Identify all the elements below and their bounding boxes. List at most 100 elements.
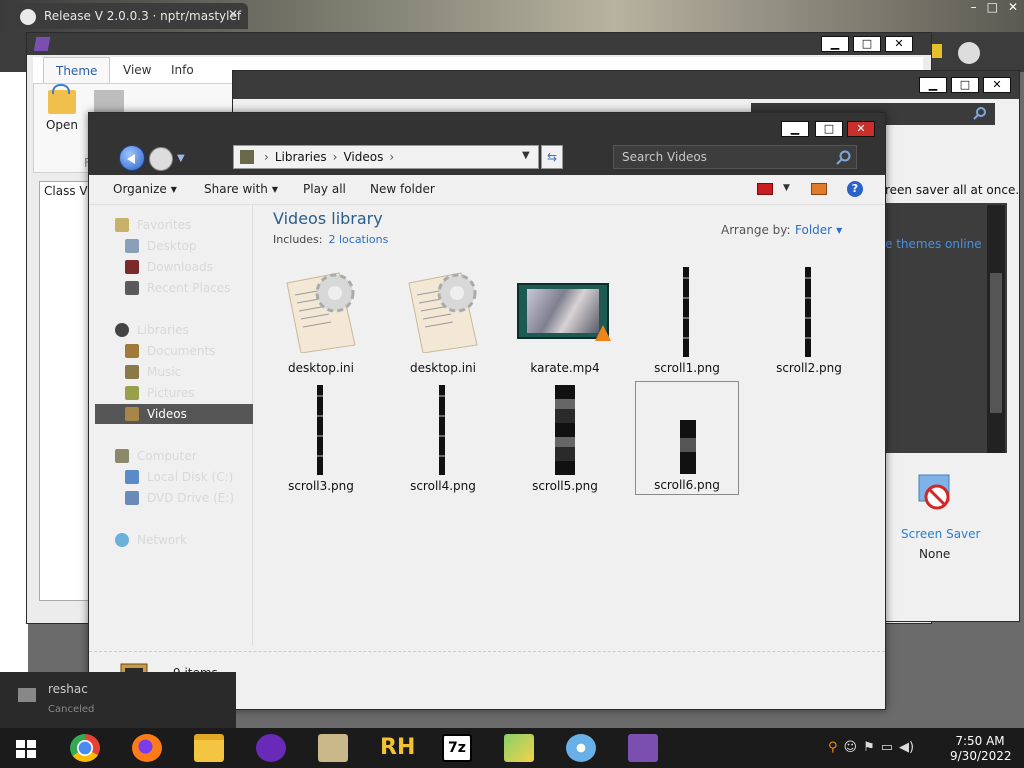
nav-label: Documents (147, 344, 216, 358)
change-view-icon[interactable] (757, 183, 773, 195)
chevron-down-icon[interactable]: ▼ (783, 183, 790, 193)
close-button[interactable]: ✕ (885, 36, 913, 52)
close-button[interactable]: ✕ (847, 121, 875, 137)
profile-avatar[interactable] (958, 42, 980, 64)
share-with-button[interactable]: Share with ▼ (204, 182, 278, 196)
minimize-icon[interactable]: – (971, 0, 977, 18)
file-explorer-icon[interactable] (194, 734, 224, 762)
file-item[interactable]: karate.mp4 (513, 263, 617, 377)
file-item[interactable]: scroll3.png (269, 381, 373, 495)
file-item[interactable]: desktop.ini (391, 263, 495, 377)
nav-item-downloads[interactable]: Downloads (95, 257, 253, 277)
settings-file-icon (286, 272, 356, 353)
maximize-button[interactable]: □ (853, 36, 881, 52)
app-icon[interactable] (318, 734, 348, 762)
tab-view[interactable]: View (111, 57, 163, 83)
rh-icon[interactable]: RH (380, 734, 415, 762)
explorer-window: ▁ □ ✕ ▼ › Libraries › Videos › ▼ ⇆ Organize▼… (88, 112, 886, 710)
scrollbar-thumb[interactable] (990, 273, 1002, 413)
get-themes-link[interactable]: e themes online (885, 237, 982, 251)
minimize-button[interactable]: ▁ (781, 121, 809, 137)
file-name: scroll4.png (410, 479, 476, 493)
file-icon (18, 688, 36, 702)
refresh-button[interactable]: ⇆ (541, 145, 563, 169)
breadcrumb-videos[interactable]: Videos (343, 150, 383, 164)
drive-icon (125, 470, 139, 484)
nav-item-libraries[interactable]: Libraries (95, 320, 253, 340)
minimize-button[interactable]: ▁ (821, 36, 849, 52)
chevron-right-icon[interactable]: › (333, 150, 338, 164)
breadcrumb-libraries[interactable]: Libraries (275, 150, 327, 164)
minimize-button[interactable]: ▁ (919, 77, 947, 93)
open-button[interactable]: Open (42, 84, 82, 140)
paint-icon[interactable] (566, 734, 596, 762)
emoji-icon[interactable]: ☺ (844, 740, 858, 758)
share-with-label: Share with (204, 182, 268, 196)
file-name: desktop.ini (410, 361, 476, 375)
nav-item-computer[interactable]: Computer (95, 446, 253, 466)
download-status: Canceled (48, 704, 95, 715)
extension-icon[interactable] (932, 44, 942, 58)
clock[interactable]: 7:50 AM 9/30/2022 (950, 734, 1012, 764)
recent-pages-dropdown[interactable]: ▼ (177, 153, 185, 164)
locations-link[interactable]: 2 locations (328, 233, 388, 246)
maximize-button[interactable]: □ (815, 121, 843, 137)
browser-tab[interactable]: Release V 2.0.0.3 · nptr/mastylef ✕ (10, 3, 248, 29)
chevron-right-icon[interactable]: › (389, 150, 394, 164)
arrange-by-dropdown[interactable]: Folder ▼ (795, 223, 842, 237)
file-item[interactable]: scroll1.png (635, 263, 739, 377)
map-icon[interactable] (504, 734, 534, 762)
vs-icon[interactable] (628, 734, 658, 762)
arrange-by-value: Folder (795, 223, 833, 237)
tab-theme[interactable]: Theme (43, 57, 111, 83)
nav-item-videos[interactable]: Videos (95, 404, 253, 424)
chevron-right-icon[interactable]: › (264, 150, 269, 164)
nav-item-pictures[interactable]: Pictures (95, 383, 253, 403)
nav-item-documents[interactable]: Documents (95, 341, 253, 361)
search-icon[interactable]: ⚲ (828, 740, 838, 758)
search-icon[interactable] (836, 149, 852, 165)
nav-item-favorites[interactable]: Favorites (95, 215, 253, 235)
new-folder-button[interactable]: New folder (370, 182, 435, 196)
nav-item-network[interactable]: Network (95, 530, 253, 550)
maximize-icon[interactable]: □ (987, 0, 998, 18)
forward-button[interactable] (149, 147, 173, 171)
screen-saver-label[interactable]: Screen Saver (901, 527, 980, 541)
file-item[interactable]: scroll5.png (513, 381, 617, 495)
organize-button[interactable]: Organize ▼ (113, 182, 177, 196)
play-all-button[interactable]: Play all (303, 182, 346, 196)
nav-item-local-disk[interactable]: Local Disk (C:) (95, 467, 253, 487)
yahoo-icon[interactable] (256, 734, 286, 762)
file-item[interactable]: scroll6.png (635, 381, 739, 495)
close-button[interactable]: ✕ (983, 77, 1011, 93)
network-icon[interactable]: ▭ (881, 740, 893, 758)
close-icon[interactable]: ✕ (1008, 0, 1018, 18)
7zip-icon[interactable]: 7z (442, 734, 472, 762)
windows-start-icon[interactable] (16, 740, 36, 758)
nav-item-music[interactable]: Music (95, 362, 253, 382)
volume-icon[interactable]: ◀) (899, 740, 914, 758)
file-item[interactable]: scroll2.png (757, 263, 861, 377)
screen-saver-icon[interactable] (915, 471, 959, 515)
back-button[interactable] (119, 145, 145, 171)
maximize-button[interactable]: □ (951, 77, 979, 93)
nav-item-dvd-drive[interactable]: DVD Drive (E:) (95, 488, 253, 508)
address-bar[interactable]: › Libraries › Videos › ▼ (233, 145, 539, 169)
preview-pane-icon[interactable] (811, 183, 827, 195)
file-item[interactable]: scroll4.png (391, 381, 495, 495)
help-icon[interactable]: ? (847, 181, 863, 197)
firefox-icon[interactable] (132, 734, 162, 762)
flag-icon[interactable]: ⚑ (863, 740, 875, 758)
nav-item-desktop[interactable]: Desktop (95, 236, 253, 256)
chrome-icon[interactable] (70, 734, 100, 762)
file-item[interactable]: desktop.ini (269, 263, 373, 377)
search-input[interactable] (614, 146, 828, 168)
download-item[interactable]: reshac Canceled (0, 672, 236, 728)
close-icon[interactable]: ✕ (228, 7, 238, 21)
scrollbar[interactable] (987, 205, 1005, 453)
tab-info[interactable]: Info (159, 57, 206, 83)
nav-item-recent-places[interactable]: Recent Places (95, 278, 253, 298)
screen-saver-value: None (919, 547, 951, 561)
description-text: reen saver all at once. (885, 183, 1020, 197)
chevron-down-icon[interactable]: ▼ (522, 150, 530, 161)
